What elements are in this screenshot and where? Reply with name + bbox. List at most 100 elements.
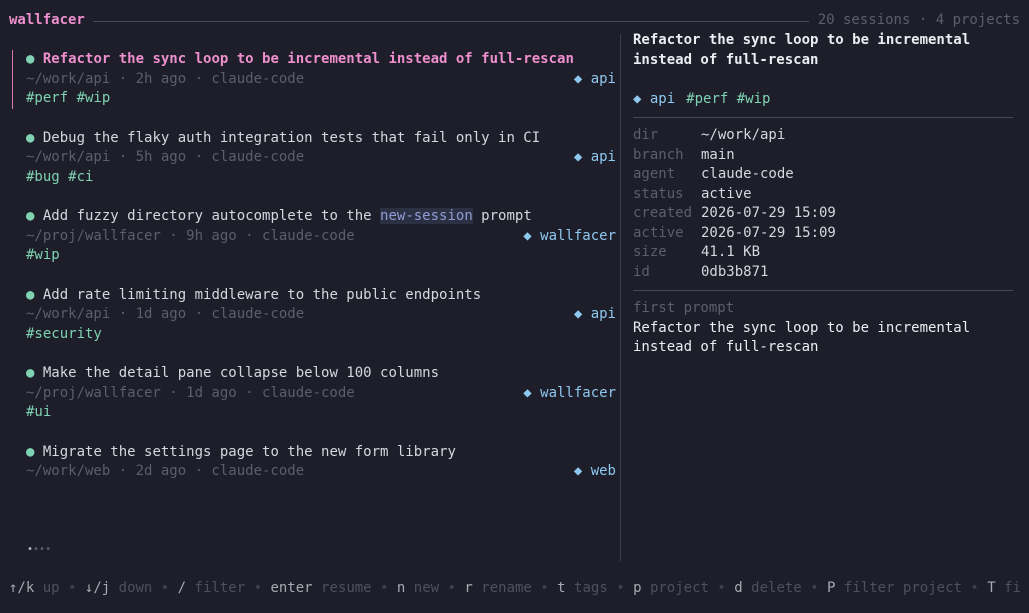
session-meta: ~/proj/wallfacer · 9h ago · claude-code [26,227,355,244]
project-badge: ◆ wallfacer [523,384,616,401]
help-separator: • [160,580,170,596]
help-separator: • [68,580,77,596]
help-desc: delete [751,580,802,596]
session-title: Add rate limiting middleware to the publ… [42,286,482,303]
session-tags: #wip [26,247,60,263]
help-desc: tags [574,580,608,596]
session-item[interactable]: ● Migrate the settings page to the new f… [12,443,616,502]
session-item[interactable]: ● Refactor the sync loop to be increment… [12,50,616,109]
search-highlight: new-session [380,208,473,224]
help-separator: • [717,580,726,596]
field-value: claude-code [701,166,794,182]
session-tags: #perf #wip [26,90,111,106]
session-title: Add fuzzy directory autocomplete to the … [43,207,532,227]
header-rule [92,20,809,22]
status-dot-icon: ● [26,365,35,381]
session-item[interactable]: ● Make the detail pane collapse below 10… [12,364,616,423]
session-title-text: prompt [472,208,532,224]
detail-tags: #perf #wip [686,90,771,107]
project-badge: ◆ api [573,306,616,322]
field-value: main [701,146,735,163]
session-title: Debug the flaky auth integration tests t… [42,129,541,146]
help-desc: down [118,580,153,596]
session-item[interactable]: ● Add rate limiting middleware to the pu… [12,286,616,345]
status-dot-icon: ● [26,51,35,67]
help-separator: • [380,580,389,596]
field-key: size [633,244,667,260]
help-desc: new [413,580,440,596]
project-badge: ◆ api [573,149,616,165]
help-desc: fi [1004,580,1021,596]
project-badge: ◆ wallfacer [523,227,616,244]
field-key: id [633,263,650,280]
session-title: Make the detail pane collapse below 100 … [42,365,440,381]
session-meta: ~/work/web · 2d ago · claude-code [26,463,305,479]
session-title: Refactor the sync loop to be incremental… [42,51,574,67]
help-desc: filter project [843,580,962,596]
detail-title-line: Refactor the sync loop to be incremental [633,32,971,48]
help-key: n [396,580,406,596]
detail-tag-row: ◆ api #perf #wip [633,90,1013,110]
session-tags: #bug #ci [26,168,94,185]
help-key: ↓/j [84,580,111,596]
field-branch: branch main [633,146,1013,166]
field-value: 41.1 KB [701,244,761,260]
detail-pane: Refactor the sync loop to be incremental… [633,31,1013,358]
pagination-dots[interactable]: •••• [27,540,51,560]
session-meta: ~/work/api · 5h ago · claude-code [26,149,305,165]
detail-fields: dir ~/work/api branch main agent claude-cod… [633,126,1013,282]
session-title: Migrate the settings page to the new for… [42,443,456,460]
field-key: branch [633,146,684,163]
help-separator: • [616,580,625,596]
status-dot-icon: ● [26,129,35,146]
pane-divider [620,34,621,561]
field-value: 2026-07-29 15:09 [701,224,836,241]
first-prompt-label: first prompt [633,300,735,316]
status-dot-icon: ● [26,286,35,303]
field-active: active 2026-07-29 15:09 [633,224,1013,244]
help-key: P [827,580,836,596]
first-prompt-line: instead of full-rescan [633,339,819,355]
status-dot-icon: ● [26,443,35,460]
field-agent: agent claude-code [633,165,1013,185]
help-separator: • [970,580,979,596]
header-bar: wallfacer 20 sessions · 4 projects [9,11,1020,31]
field-created: created 2026-07-29 15:09 [633,204,1013,224]
help-separator: • [253,580,262,596]
field-value: ~/work/api [701,127,786,143]
field-status: status active [633,185,1013,205]
session-meta: ~/work/api · 2h ago · claude-code [26,70,305,87]
project-badge: ◆ api [573,70,616,87]
session-meta: ~/proj/wallfacer · 1d ago · claude-code [26,384,355,401]
session-item[interactable]: ● Add fuzzy directory autocomplete to th… [12,207,616,266]
session-stats: 20 sessions · 4 projects [817,12,1020,29]
field-value: active [701,185,752,202]
field-key: created [633,205,693,221]
detail-project-badge: ◆ api [633,90,676,107]
help-key: T [987,580,996,596]
detail-separator [633,290,1013,291]
keybinding-help-bar: ↑/k up • ↓/j down • / filter • enter res… [9,579,1029,599]
pagination-dots-inactive: ••• [33,544,52,555]
field-dir: dir ~/work/api [633,126,1013,146]
session-tags: #ui [26,404,52,420]
help-key: r [464,580,473,596]
project-badge: ◆ web [573,463,616,479]
field-key: active [633,224,684,241]
first-prompt-text: Refactor the sync loop to be incremental… [633,319,1013,358]
session-item[interactable]: ● Debug the flaky auth integration tests… [12,129,616,188]
help-separator: • [810,580,819,596]
field-key: dir [633,127,659,143]
field-id: id 0db3b871 [633,263,1013,283]
field-size: size 41.1 KB [633,243,1013,263]
field-value: 0db3b871 [701,263,769,280]
help-key: t [557,580,566,596]
help-key: ↑/k [9,580,35,596]
session-list[interactable]: ● Refactor the sync loop to be increment… [12,50,616,521]
help-desc: up [42,580,60,596]
help-desc: resume [321,580,372,596]
help-separator: • [540,580,549,596]
session-meta: ~/work/api · 1d ago · claude-code [26,306,305,322]
help-separator: • [447,580,456,596]
session-tags: #security [26,325,102,342]
